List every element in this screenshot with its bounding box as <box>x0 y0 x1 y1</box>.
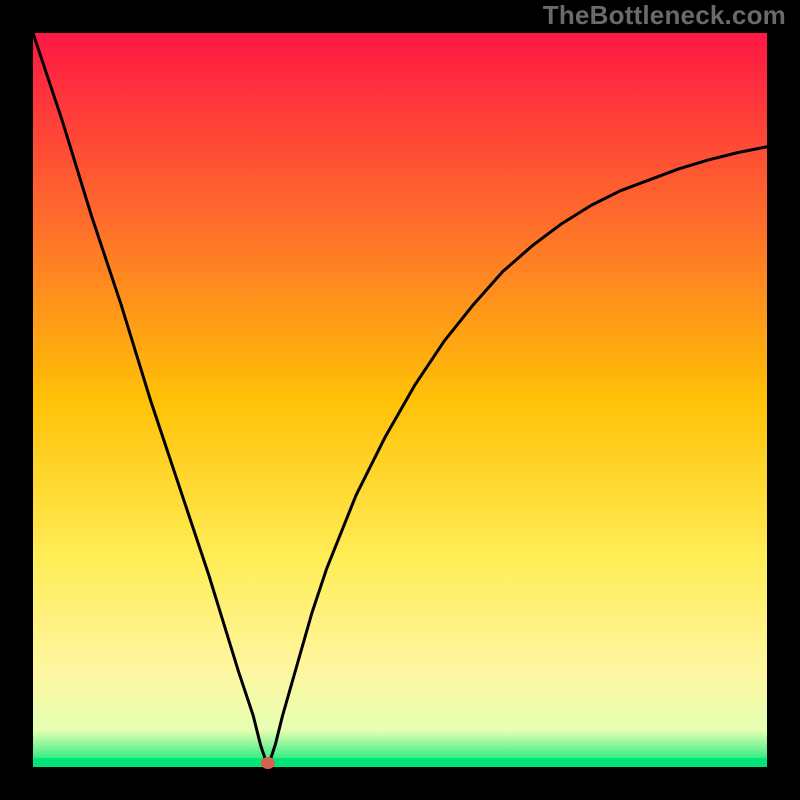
minimum-marker <box>261 757 275 769</box>
watermark-text: TheBottleneck.com <box>543 0 786 31</box>
gradient-background <box>33 33 767 767</box>
bottom-band <box>33 758 767 767</box>
chart-frame: TheBottleneck.com <box>0 0 800 800</box>
chart-svg <box>0 0 800 800</box>
